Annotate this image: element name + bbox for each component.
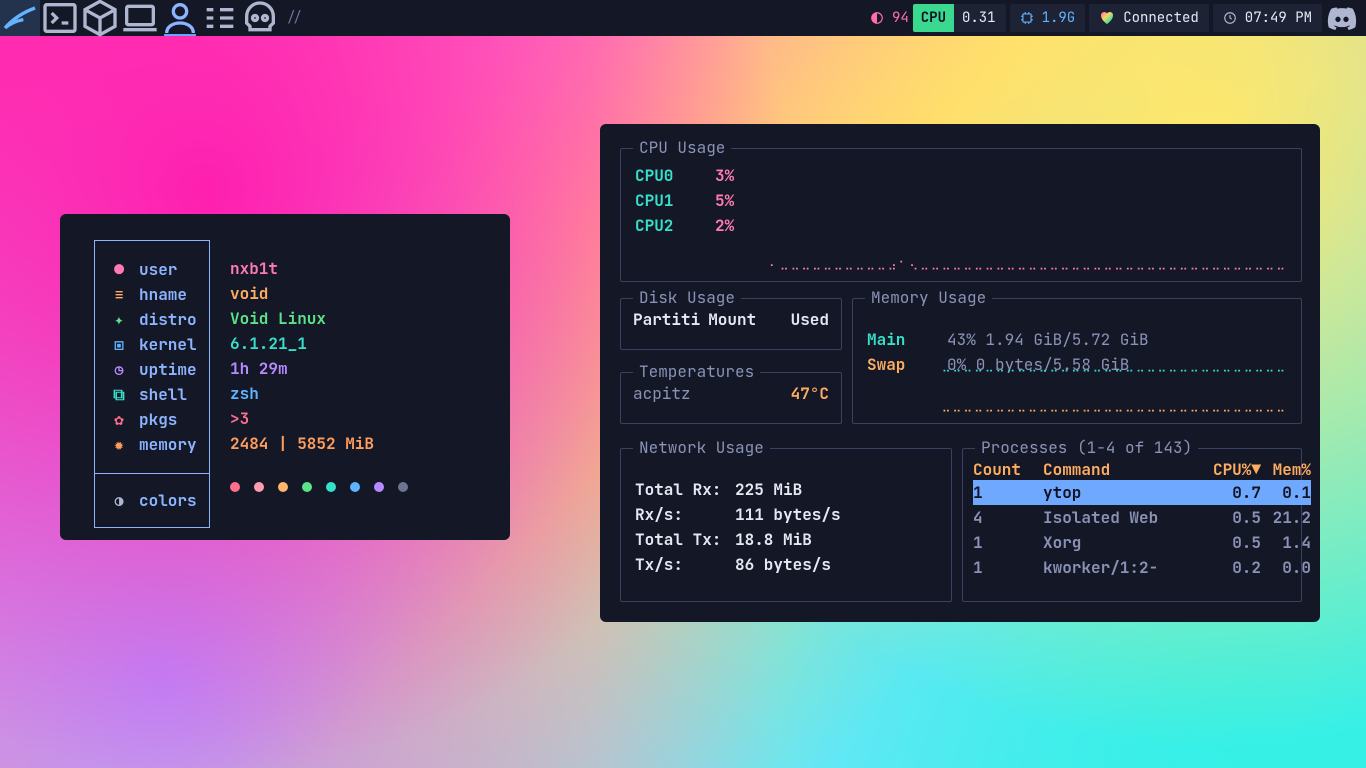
- proc-title: Processes (1-4 of 143): [975, 437, 1198, 458]
- fetch-key-distro: distro: [139, 309, 197, 330]
- net-row: Total Tx:18.8 MiB: [635, 527, 937, 552]
- terminal-icon[interactable]: [40, 0, 80, 36]
- net-row: Total Rx:225 MiB: [635, 477, 937, 502]
- cpu-row: CPU03%: [635, 163, 1287, 188]
- temp-value: 47°C: [791, 383, 829, 404]
- palette-dot: [230, 482, 240, 492]
- monitor-panel: CPU Usage CPU03%CPU15%CPU22% ⠄⣀⣀⣀⣀⣀⣀⣀⣀⣀⣀…: [600, 124, 1320, 622]
- memory-usage-group: Memory Usage Main 43% 1.94 GiB/5.72 GiB …: [852, 298, 1302, 424]
- fetch-val-kernel: 6.1.21_1: [230, 331, 408, 356]
- memory-chip[interactable]: 1.9G: [1010, 4, 1086, 32]
- bar-slashes: //: [286, 9, 303, 27]
- fetch-key-memory: memory: [139, 434, 197, 455]
- bar-right: 94 CPU 0.31 1.9G Connected 07:49 PM: [860, 0, 1366, 36]
- temp-sensor: acpitz: [633, 383, 691, 404]
- discord-icon[interactable]: [1326, 0, 1358, 36]
- palette-dot: [374, 482, 384, 492]
- proc-row[interactable]: 1ytop0.70.1: [973, 480, 1311, 505]
- fetch-key-kernel: kernel: [139, 334, 197, 355]
- cube-icon[interactable]: [80, 0, 120, 36]
- net-title: Network Usage: [633, 437, 770, 458]
- cpu-label: CPU: [913, 4, 954, 32]
- mem-title: Memory Usage: [865, 287, 992, 308]
- temperatures-group: Temperatures acpitz 47°C: [620, 372, 842, 424]
- palette-dot: [302, 482, 312, 492]
- fetch-key-uptime: uptime: [139, 359, 197, 380]
- mem-main-label: Main: [867, 329, 917, 350]
- network-label: Connected: [1123, 9, 1199, 27]
- network-usage-group: Network Usage Total Rx:225 MiBRx/s:111 b…: [620, 448, 952, 602]
- disk-title: Disk Usage: [633, 287, 741, 308]
- mem-main-val: 43% 1.94 GiB/5.72 GiB: [947, 329, 1149, 350]
- net-row: Tx/s:86 bytes/s: [635, 552, 937, 577]
- fetch-val-memory: 2484 | 5852 MiB: [230, 431, 408, 456]
- user-icon[interactable]: [160, 0, 200, 36]
- fetch-values: nxb1t void Void Linux 6.1.21_1 1h 29m zs…: [230, 240, 408, 528]
- top-bar: // 94 CPU 0.31 1.9G Connected: [0, 0, 1366, 36]
- fetch-key-user: user: [139, 259, 177, 280]
- fetch-keys-box: ●user ≡hname ✦distro ▣kernel ◷uptime ⧉sh…: [94, 240, 210, 474]
- palette-dot: [398, 482, 408, 492]
- disk-usage-group: Disk Usage Partiti Mount Used: [620, 298, 842, 350]
- cpu-row: CPU15%: [635, 188, 1287, 213]
- memory-value: 1.9G: [1042, 9, 1076, 27]
- mem-spark-swap: ⣀⣀⣀⣀⣀⣀⣀⣀⣀⣀⣀⣀⣀⣀⣀⣀⣀⣀⣀⣀⣀⣀⣀⣀⣀⣀⣀⣀⣀⣀⣀⣀: [942, 397, 1287, 413]
- palette-dot: [254, 482, 264, 492]
- fetch-val-pkgs: >3: [230, 406, 408, 431]
- disk-h3: Used: [791, 309, 829, 330]
- fetch-palette: [230, 462, 408, 512]
- list-icon[interactable]: [200, 0, 240, 36]
- fetch-colors-box: ◑colors: [94, 474, 210, 528]
- fetch-val-distro: Void Linux: [230, 306, 408, 331]
- disk-h2: Mount: [708, 309, 756, 330]
- fetch-panel: ●user ≡hname ✦distro ▣kernel ◷uptime ⧉sh…: [60, 214, 510, 540]
- cpu-spark: ⠄⣀⣀⣀⣀⣀⣀⣀⣀⣀⣀⣠⠂⢄⣀⣀⣀⣀⣀⣀⣀⣀⣀⣀⣀⣀⣀⣀⣀⣀⣀⣀⣀⣀⣀⣀⣀⣀⣀⣀…: [769, 255, 1287, 271]
- proc-row[interactable]: 4Isolated Web0.521.2: [973, 505, 1311, 530]
- fetch-val-shell: zsh: [230, 381, 408, 406]
- net-row: Rx/s:111 bytes/s: [635, 502, 937, 527]
- brightness-value: 94: [892, 9, 909, 27]
- clock-chip[interactable]: 07:49 PM: [1213, 4, 1322, 32]
- logo-icon[interactable]: [0, 0, 40, 36]
- processes-group: Processes (1-4 of 143) Count Command CPU…: [962, 448, 1302, 602]
- palette-dot: [278, 482, 288, 492]
- bar-left: //: [0, 0, 303, 36]
- brightness-chip[interactable]: 94: [860, 4, 919, 32]
- mem-swap-label: Swap: [867, 354, 917, 375]
- clock-value: 07:49 PM: [1245, 9, 1312, 27]
- mem-spark-main: ⣀⣀⣀⣀⣀⣀⣀⣀⣀⣀⣀⣀⣀⣀⣀⣀⣀⣀⣀⣀⣀⣀⣀⣀⣀⣀⣀⣀⣀⣀⣀⣀: [942, 357, 1287, 373]
- network-chip[interactable]: Connected: [1089, 4, 1209, 32]
- fetch-key-pkgs: pkgs: [139, 409, 177, 430]
- fetch-key-shell: shell: [139, 384, 187, 405]
- fetch-key-colors: colors: [139, 490, 197, 511]
- cpu-usage-group: CPU Usage CPU03%CPU15%CPU22% ⠄⣀⣀⣀⣀⣀⣀⣀⣀⣀⣀…: [620, 148, 1302, 282]
- cpu-title: CPU Usage: [633, 137, 731, 158]
- fetch-val-uptime: 1h 29m: [230, 356, 408, 381]
- palette-dot: [350, 482, 360, 492]
- proc-row[interactable]: 1Xorg0.51.4: [973, 530, 1311, 555]
- heart-icon: [1099, 10, 1115, 26]
- proc-row[interactable]: 1kworker/1:2-0.20.0: [973, 555, 1311, 580]
- fetch-key-hname: hname: [139, 284, 187, 305]
- disk-h1: Partiti: [633, 309, 700, 330]
- fetch-val-user: nxb1t: [230, 256, 408, 281]
- proc-header: Count Command CPU%▼ Mem%: [973, 459, 1311, 480]
- skull-icon[interactable]: [240, 0, 280, 36]
- palette-dot: [326, 482, 336, 492]
- temp-title: Temperatures: [633, 361, 760, 382]
- cpu-row: CPU22%: [635, 213, 1287, 238]
- cpu-value: 0.31: [962, 9, 996, 27]
- fetch-val-hname: void: [230, 281, 408, 306]
- cpu-chip[interactable]: CPU 0.31: [923, 4, 1006, 32]
- laptop-icon[interactable]: [120, 0, 160, 36]
